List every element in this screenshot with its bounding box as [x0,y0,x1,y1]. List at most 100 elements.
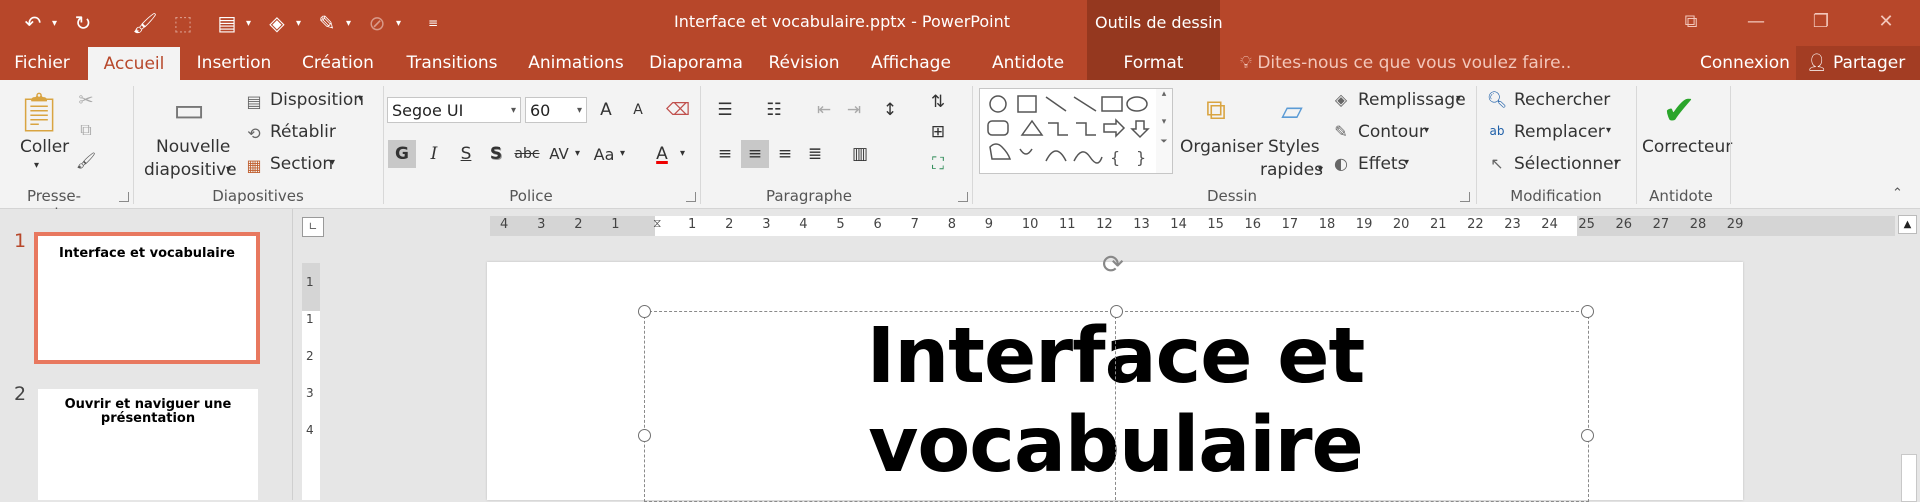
panel-divider[interactable] [292,209,293,500]
format-painter-ribbon-icon[interactable]: 🖌 [74,148,98,172]
align-text-icon[interactable]: ⊞ [924,118,952,146]
quick-styles-label-2[interactable]: rapides [1260,160,1323,180]
layout-icon[interactable]: ▤ [208,3,246,43]
replace-dropdown-icon[interactable]: ▾ [1606,125,1611,136]
tab-antidote[interactable]: Antidote [978,46,1078,80]
shape-effects-button[interactable]: Effets [1358,154,1406,174]
find-button[interactable]: Rechercher [1514,90,1610,110]
layout-button[interactable]: Disposition [270,90,364,110]
char-spacing-dropdown-icon[interactable]: ▾ [575,148,580,159]
rotate-handle-icon[interactable]: ⟳ [1102,250,1124,280]
section-button[interactable]: Section [270,154,333,174]
font-launcher-icon[interactable] [686,192,696,202]
quick-styles-icon[interactable]: ▱ [1272,88,1312,132]
tab-format[interactable]: Format [1087,46,1220,80]
sign-in-link[interactable]: Connexion [1700,46,1790,80]
italic-button[interactable]: I [420,140,448,168]
text-direction-icon[interactable]: ⇅ [924,88,952,116]
tab-affichage[interactable]: Affichage [860,46,962,80]
shape-outline-dropdown-icon[interactable]: ▾ [1424,125,1429,136]
reset-button[interactable]: Rétablir [270,122,336,142]
numbering-icon[interactable]: ☷ [760,96,788,124]
gallery-more-icon[interactable]: ⏷ [1156,137,1172,147]
paste-icon[interactable]: 📋︎ [15,88,63,136]
gallery-up-icon[interactable]: ▴ [1156,89,1172,99]
select-dropdown-icon[interactable]: ▾ [1614,157,1619,168]
select-button[interactable]: Sélectionner [1514,154,1621,174]
tab-creation[interactable]: Création [290,46,386,80]
paste-dropdown-icon[interactable]: ▾ [34,160,39,171]
paste-label[interactable]: Coller [20,137,69,157]
new-slide-icon[interactable]: ▭ [166,88,212,132]
collapse-ribbon-icon[interactable]: ⌃ [1892,186,1903,201]
indent-marker-icon[interactable]: ⧖ [653,216,661,231]
shape-fill-dropdown-icon[interactable]: ▾ [1456,93,1461,104]
undo-dropdown-icon[interactable]: ▾ [52,18,64,29]
change-case-button[interactable]: Aa [590,140,618,168]
decrease-indent-icon[interactable]: ⇤ [810,96,838,124]
redo-icon[interactable]: ↻ [64,3,102,43]
font-name-combo[interactable]: Segoe UI ▾ [387,97,521,123]
select-shapes-icon[interactable]: ⬚ [164,3,202,43]
fill-dropdown-icon[interactable]: ▾ [296,18,308,29]
new-slide-dropdown-icon[interactable]: ▾ [226,164,231,175]
line-spacing-icon[interactable]: ↕ [876,96,904,124]
tab-selector-icon[interactable]: ∟ [302,217,324,237]
drawing-launcher-icon[interactable] [1460,192,1470,202]
close-icon[interactable]: ✕ [1856,0,1916,42]
resize-handle[interactable] [638,305,651,318]
shape-effects-dropdown-icon[interactable]: ▾ [1404,157,1409,168]
underline-button[interactable]: S [452,140,480,168]
pen-icon[interactable]: ✎ [308,3,346,43]
tab-diaporama[interactable]: Diaporama [646,46,746,80]
slide-thumbnail-1[interactable]: Interface et vocabulaire [34,232,260,364]
slide-thumbnail-2[interactable]: Ouvrir et naviguer une présentation [38,389,258,500]
shape-outline-button[interactable]: Contour [1358,122,1426,142]
gallery-down-icon[interactable]: ▾ [1156,117,1172,127]
shapes-gallery-scroll[interactable]: ▴ ▾ ⏷ [1156,88,1173,174]
restore-icon[interactable]: ❐ [1791,0,1851,42]
resize-handle[interactable] [1581,305,1594,318]
change-case-dropdown-icon[interactable]: ▾ [620,148,625,159]
tab-animations[interactable]: Animations [520,46,632,80]
shrink-font-button[interactable]: A [624,96,652,124]
shape-fill-button[interactable]: Remplissage [1358,90,1466,110]
undo-icon[interactable]: ↶ [14,3,52,43]
effects-dropdown-icon[interactable]: ▾ [396,18,408,29]
tab-fichier[interactable]: Fichier [0,46,84,80]
resize-handle[interactable] [638,429,651,442]
tab-insertion[interactable]: Insertion [188,46,280,80]
minimize-icon[interactable]: — [1726,0,1786,42]
replace-button[interactable]: Remplacer [1514,122,1605,142]
clear-formatting-icon[interactable]: ⌫ [664,96,692,124]
scroll-thumb[interactable] [1901,454,1917,502]
grow-font-button[interactable]: A [592,96,620,124]
effects-icon[interactable]: ⊘ [358,3,396,43]
horizontal-ruler[interactable]: 4321 1 2 3 4 5 6 7 8 9 10 11 12 13 14 15 16 17 18 19 20 21 22… [490,216,1896,236]
align-center-icon[interactable]: ≡ [741,140,769,168]
columns-icon[interactable]: ▥ [846,140,874,168]
cut-icon[interactable]: ✂ [74,88,98,112]
arrange-button[interactable]: Organiser [1180,137,1263,157]
shapes-gallery[interactable]: {} [979,88,1157,174]
paragraph-launcher-icon[interactable] [958,192,968,202]
tell-me-box[interactable]: 💡︎ Dites-nous ce que vous voulez faire.. [1240,46,1571,80]
strikethrough-button[interactable]: abc [513,140,541,168]
resize-handle[interactable] [1581,429,1594,442]
customize-icon[interactable]: ≡ [418,3,448,43]
shadow-button[interactable]: S [482,140,510,168]
layout-dropdown-icon[interactable]: ▾ [358,93,363,104]
shapes-gallery-icons[interactable]: {} [980,89,1156,173]
format-painter-icon[interactable]: 🖌 [126,3,164,43]
quick-styles-label-1[interactable]: Styles [1268,137,1320,157]
bold-button[interactable]: G [388,140,416,168]
fill-icon[interactable]: ◈ [258,3,296,43]
increase-indent-icon[interactable]: ⇥ [840,96,868,124]
tab-revision[interactable]: Révision [760,46,848,80]
vertical-scrollbar[interactable]: ▲ [1895,209,1920,502]
corrector-button[interactable]: Correcteur [1642,137,1732,157]
font-size-combo[interactable]: 60 ▾ [525,97,587,123]
share-button[interactable]: 👤︎ Partager [1796,46,1920,80]
checkmark-icon[interactable]: ✔ [1656,86,1702,136]
align-left-icon[interactable]: ≡ [711,140,739,168]
